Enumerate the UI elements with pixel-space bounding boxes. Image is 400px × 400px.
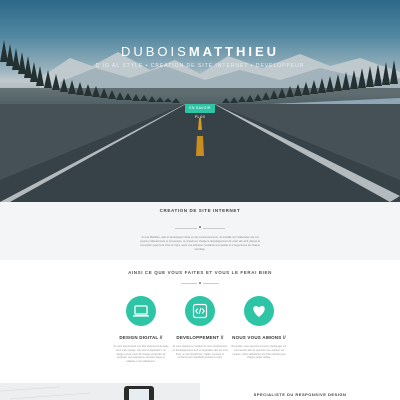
service-icon-circle (185, 296, 215, 326)
service-development: DEVELOPPEMENT // Je vous propose le meil… (172, 296, 228, 360)
code-icon (192, 303, 208, 319)
service-name: DESIGN DIGITAL // (119, 335, 163, 340)
service-description: Je vous propose le meilleur de mes compe… (172, 345, 228, 360)
hero-section: DUBOISMATTHIEU D IG AL STYLE • CREATION … (0, 0, 400, 202)
hero-title: DUBOISMATTHIEU (0, 44, 400, 59)
services-divider-dot (199, 282, 201, 284)
responsive-title: SPECIALISTE DU RESPONSIVE DESIGN (253, 392, 347, 397)
creation-title: CREATION DE SITE INTERNET (159, 208, 241, 213)
services-divider-right (203, 282, 219, 284)
service-icon-circle (126, 296, 156, 326)
services-divider-left (181, 282, 197, 284)
service-love: NOUS VOUS AIMONS // Ensemble, nous preno… (231, 296, 287, 360)
creation-paragraph: Je suis Matthieu, web et developpeur bas… (140, 236, 260, 251)
service-description: Ensemble, nous prenons le temps d'echang… (231, 345, 287, 360)
service-design: DESIGN DIGITAL // Je vous fournit aussi … (113, 296, 169, 364)
hero-subtitle: D IG AL STYLE • CREATION DE SITE INTERNE… (95, 63, 305, 69)
service-name: NOUS VOUS AIMONS // (232, 335, 286, 340)
service-icon-circle (244, 296, 274, 326)
divider-line-left (175, 228, 197, 229)
learn-more-button[interactable]: EN SAVOIR PLUS (185, 104, 215, 119)
hero-title-second: MATTHIEU (188, 44, 280, 59)
hero-title-first: DUBOIS (120, 44, 189, 59)
road-landscape-image (0, 0, 400, 202)
desk-illustration (0, 386, 91, 400)
creation-section: CREATION DE SITE INTERNET Je suis Matthi… (0, 202, 400, 260)
service-description: Je vous fournit aussi une liste d'elemen… (113, 345, 169, 364)
service-name: DEVELOPPEMENT // (176, 335, 224, 340)
services-heading: AINSI CE QUE VOUS FAITES ET VOUS LE FERA… (128, 270, 272, 275)
heart-icon (253, 306, 265, 317)
responsive-devices-image (0, 383, 200, 400)
divider-line-right (203, 228, 225, 229)
laptop-icon (133, 305, 149, 317)
phone-screen (129, 389, 149, 400)
divider-dot (199, 226, 201, 228)
